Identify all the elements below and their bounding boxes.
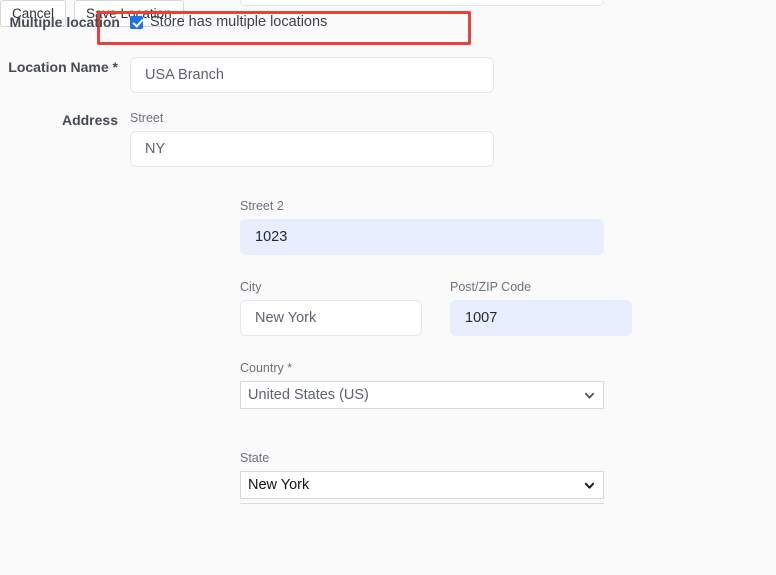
state-row: State New York: [240, 450, 604, 499]
postcode-field-wrap: Post/ZIP Code: [450, 279, 632, 336]
multiple-location-row: Multiple location Store has multiple loc…: [0, 12, 620, 31]
country-label: Country *: [240, 361, 293, 375]
multiple-location-checkbox-label[interactable]: Store has multiple locations: [150, 13, 327, 31]
city-input[interactable]: [240, 300, 422, 336]
clipped-field-above: [240, 0, 604, 6]
street2-field-wrap: Street 2: [240, 198, 604, 255]
multiple-location-checkbox[interactable]: [130, 15, 143, 29]
state-field-wrap: State New York: [240, 450, 604, 499]
city-postcode-row: City Post/ZIP Code: [240, 279, 632, 336]
postcode-label: Post/ZIP Code: [450, 280, 532, 294]
street-field-wrap: Street: [130, 110, 494, 167]
country-field-wrap: Country * United States (US): [240, 360, 604, 409]
street2-input[interactable]: [240, 219, 604, 255]
multiple-location-label: Multiple location: [9, 13, 120, 30]
section-divider: [240, 503, 604, 504]
address-label: Address: [61, 112, 118, 128]
street2-label: Street 2: [240, 199, 284, 213]
multiple-location-checkbox-group[interactable]: Store has multiple locations: [130, 12, 327, 31]
location-name-input[interactable]: [130, 57, 494, 93]
location-name-label: Location Name *: [8, 59, 118, 75]
country-row: Country * United States (US): [240, 360, 604, 409]
country-select[interactable]: United States (US): [240, 381, 604, 409]
postcode-input[interactable]: [450, 300, 632, 336]
street-input[interactable]: [130, 131, 494, 167]
state-label: State: [240, 451, 270, 465]
location-name-row: Location Name *: [0, 57, 494, 93]
city-label: City: [240, 280, 262, 294]
location-name-field-wrap: [130, 57, 494, 93]
street2-row: Street 2: [240, 198, 604, 255]
country-select-wrap[interactable]: United States (US): [240, 381, 604, 409]
address-row: Address Street: [0, 110, 494, 167]
state-select-wrap[interactable]: New York: [240, 471, 604, 499]
street-label: Street: [130, 111, 164, 125]
city-field-wrap: City: [240, 279, 422, 336]
state-select[interactable]: New York: [240, 471, 604, 499]
